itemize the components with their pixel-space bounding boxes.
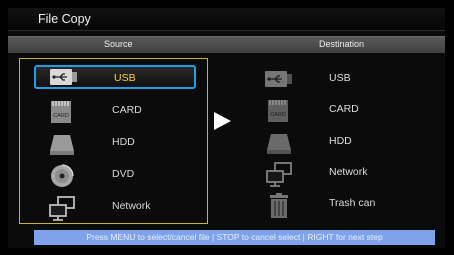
network-icon xyxy=(48,196,76,221)
destination-item-usb[interactable]: USB xyxy=(265,66,435,92)
destination-item-label: Trash can xyxy=(329,197,376,209)
source-item-label: CARD xyxy=(112,104,142,116)
source-item-label: Network xyxy=(112,200,151,212)
destination-item-label: Network xyxy=(329,166,368,178)
destination-item-network[interactable]: Network xyxy=(265,160,435,187)
card-icon-text: CARD xyxy=(270,112,286,118)
source-item-usb[interactable]: USB xyxy=(34,65,196,89)
card-icon-text: CARD xyxy=(53,113,69,119)
destination-item-label: CARD xyxy=(329,103,359,115)
source-item-dvd[interactable]: DVD xyxy=(48,162,218,188)
source-item-network[interactable]: Network xyxy=(48,194,218,221)
source-item-hdd[interactable]: HDD xyxy=(48,130,218,156)
usb-icon xyxy=(50,68,78,92)
trash-can-icon xyxy=(265,193,293,218)
window-title: File Copy xyxy=(38,12,91,26)
hdd-icon xyxy=(265,131,293,155)
destination-item-label: USB xyxy=(329,72,351,84)
destination-item-trash-can[interactable]: Trash can xyxy=(265,191,435,218)
usb-icon xyxy=(265,70,293,94)
destination-column-header: Destination xyxy=(319,39,365,49)
source-item-label: HDD xyxy=(112,136,135,148)
source-item-label: USB xyxy=(114,72,136,84)
network-icon xyxy=(265,162,293,187)
card-icon: CARD xyxy=(265,99,293,123)
destination-item-hdd[interactable]: HDD xyxy=(265,129,435,155)
card-icon: CARD xyxy=(48,100,76,124)
source-item-label: DVD xyxy=(112,168,135,180)
status-bar: Press MENU to select/cancel file | STOP … xyxy=(34,230,435,245)
destination-item-label: HDD xyxy=(329,135,352,147)
source-item-card[interactable]: CARD CARD xyxy=(48,98,218,124)
dvd-icon xyxy=(48,164,76,188)
source-column-header: Source xyxy=(104,39,133,49)
destination-item-card[interactable]: CARD CARD xyxy=(265,97,435,123)
hdd-icon xyxy=(48,132,76,156)
status-hint-text: Press MENU to select/cancel file | STOP … xyxy=(86,232,383,242)
file-copy-screen: File Copy Source Destination USB CARD CA… xyxy=(8,8,445,248)
source-panel: USB CARD CARD HDD DVD Network xyxy=(19,58,208,224)
title-bar: File Copy xyxy=(8,8,445,31)
next-step-arrow-icon xyxy=(214,112,231,130)
column-header-bar: Source Destination xyxy=(8,36,445,53)
